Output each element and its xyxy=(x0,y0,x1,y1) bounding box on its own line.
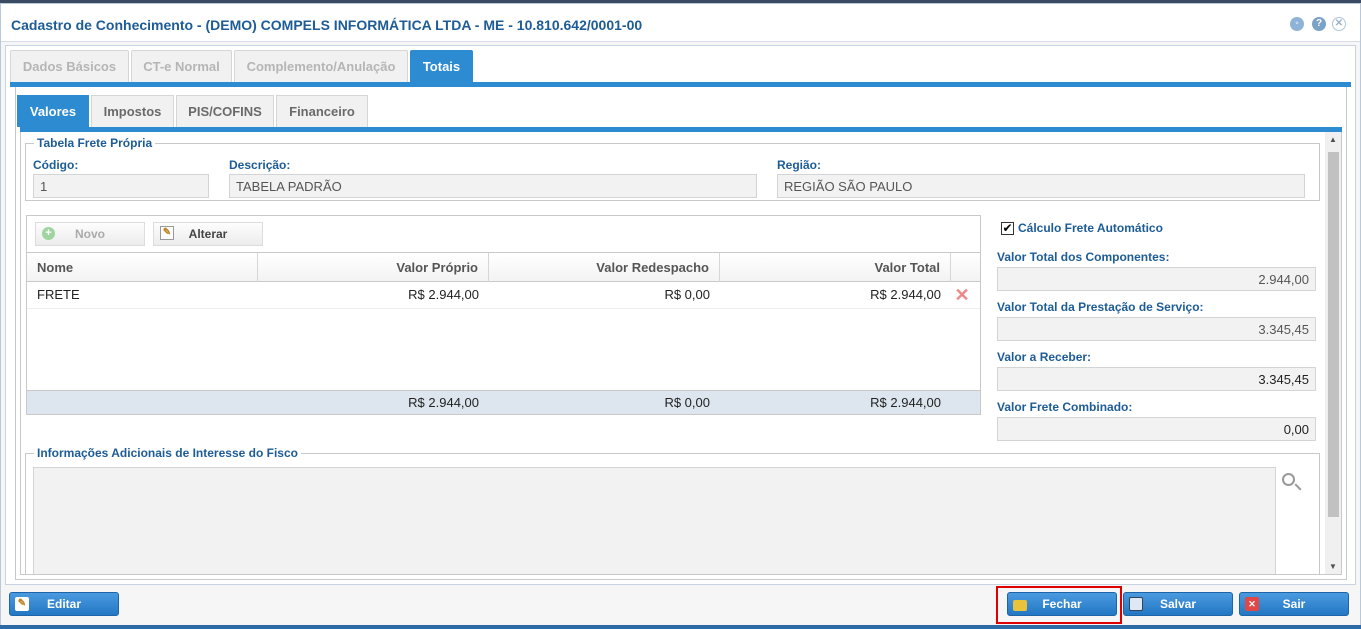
regiao-field[interactable]: REGIÃO SÃO PAULO xyxy=(777,174,1305,198)
receber-label: Valor a Receber: xyxy=(997,350,1092,364)
cell-nome: FRETE xyxy=(37,287,80,302)
title-bar: Cadastro de Conhecimento - (DEMO) COMPEL… xyxy=(1,4,1360,42)
alterar-button[interactable]: ✎ Alterar xyxy=(153,222,263,246)
tab-financeiro[interactable]: Financeiro xyxy=(276,95,368,127)
sair-button[interactable]: ✕ Sair xyxy=(1239,592,1349,616)
cell-valor-proprio: R$ 2.944,00 xyxy=(408,287,479,302)
minimize-icon[interactable]: ◦ xyxy=(1290,17,1304,31)
col-valor-redespacho[interactable]: Valor Redespacho xyxy=(489,253,720,282)
componentes-field[interactable]: 2.944,00 xyxy=(997,267,1316,291)
totais-panel: Valores Impostos PIS/COFINS Financeiro T… xyxy=(15,87,1347,580)
editar-label: Editar xyxy=(46,597,81,611)
salvar-button[interactable]: Salvar xyxy=(1123,592,1233,616)
combinado-field[interactable]: 0,00 xyxy=(997,417,1316,441)
delete-icon[interactable]: ✕ xyxy=(953,286,971,304)
total-valor-total: R$ 2.944,00 xyxy=(870,395,941,410)
info-adicionais-legend: Informações Adicionais de Interesse do F… xyxy=(37,446,298,460)
valores-content: Tabela Frete Própria Código: 1 Descrição… xyxy=(20,132,1342,575)
window: Cadastro de Conhecimento - (DEMO) COMPEL… xyxy=(0,3,1361,629)
componentes-grid: + Novo ✎ Alterar Nome Valor Próprio Valo… xyxy=(26,215,981,415)
grid-header: Nome Valor Próprio Valor Redespacho Valo… xyxy=(27,252,980,282)
total-valor-proprio: R$ 2.944,00 xyxy=(408,395,479,410)
componentes-label: Valor Total dos Componentes: xyxy=(997,250,1170,264)
vertical-scrollbar[interactable]: ▲ ▼ xyxy=(1325,132,1341,574)
alterar-label: Alterar xyxy=(188,227,228,241)
prestacao-label: Valor Total da Prestação de Serviço: xyxy=(997,300,1204,314)
salvar-label: Salvar xyxy=(1159,597,1197,611)
descricao-label: Descrição: xyxy=(229,158,291,172)
tab-impostos[interactable]: Impostos xyxy=(91,95,174,127)
scroll-thumb[interactable] xyxy=(1328,152,1339,517)
tab-dados-basicos[interactable]: Dados Básicos xyxy=(10,50,129,82)
tab-valores[interactable]: Valores xyxy=(17,95,89,127)
sair-label: Sair xyxy=(1282,597,1306,611)
exit-icon: ✕ xyxy=(1245,597,1259,611)
regiao-label: Região: xyxy=(777,158,822,172)
save-icon xyxy=(1129,597,1143,611)
scroll-down-icon[interactable]: ▼ xyxy=(1325,559,1341,574)
cell-valor-total: R$ 2.944,00 xyxy=(870,287,941,302)
bottom-edge xyxy=(0,625,1361,629)
tab-complemento-anulacao[interactable]: Complemento/Anulação xyxy=(234,50,408,82)
calculo-auto-checkbox[interactable]: ✔ xyxy=(1001,222,1014,235)
cell-valor-redespacho: R$ 0,00 xyxy=(664,287,710,302)
codigo-field[interactable]: 1 xyxy=(33,174,209,198)
novo-label: Novo xyxy=(75,227,105,241)
info-adicionais-textarea[interactable] xyxy=(33,467,1276,574)
col-valor-total[interactable]: Valor Total xyxy=(720,253,951,282)
close-icon[interactable]: ✕ xyxy=(1332,17,1346,31)
scroll-up-icon[interactable]: ▲ xyxy=(1325,132,1341,148)
col-valor-proprio[interactable]: Valor Próprio xyxy=(258,253,489,282)
fechar-button[interactable]: Fechar xyxy=(1007,592,1117,616)
tabela-frete-legend: Tabela Frete Própria xyxy=(37,136,153,150)
row-divider xyxy=(27,308,980,309)
window-title: Cadastro de Conhecimento - (DEMO) COMPEL… xyxy=(11,17,643,33)
tab-totais[interactable]: Totais xyxy=(410,50,473,82)
tab-pis-cofins[interactable]: PIS/COFINS xyxy=(176,95,274,127)
calculo-auto-label[interactable]: Cálculo Frete Automático xyxy=(1018,221,1163,235)
receber-field[interactable]: 3.345,45 xyxy=(997,367,1316,391)
fechar-label: Fechar xyxy=(1042,597,1082,611)
edit-icon: ✎ xyxy=(160,226,174,240)
descricao-field[interactable]: TABELA PADRÃO xyxy=(229,174,757,198)
help-icon[interactable]: ? xyxy=(1312,17,1326,31)
novo-button[interactable]: + Novo xyxy=(35,222,145,246)
lock-icon xyxy=(1013,600,1027,611)
editar-button[interactable]: ✎ Editar xyxy=(9,592,119,616)
tab-cte-normal[interactable]: CT-e Normal xyxy=(131,50,232,82)
add-icon: + xyxy=(42,227,55,240)
combinado-label: Valor Frete Combinado: xyxy=(997,400,1133,414)
col-nome[interactable]: Nome xyxy=(27,253,258,282)
codigo-label: Código: xyxy=(33,158,79,172)
main-panel: Dados Básicos CT-e Normal Complemento/An… xyxy=(5,45,1356,585)
total-valor-redespacho: R$ 0,00 xyxy=(664,395,710,410)
pencil-icon: ✎ xyxy=(15,597,29,611)
search-icon[interactable] xyxy=(1281,472,1303,494)
grid-totals-row: R$ 2.944,00 R$ 0,00 R$ 2.944,00 xyxy=(27,390,980,414)
prestacao-field[interactable]: 3.345,45 xyxy=(997,317,1316,341)
